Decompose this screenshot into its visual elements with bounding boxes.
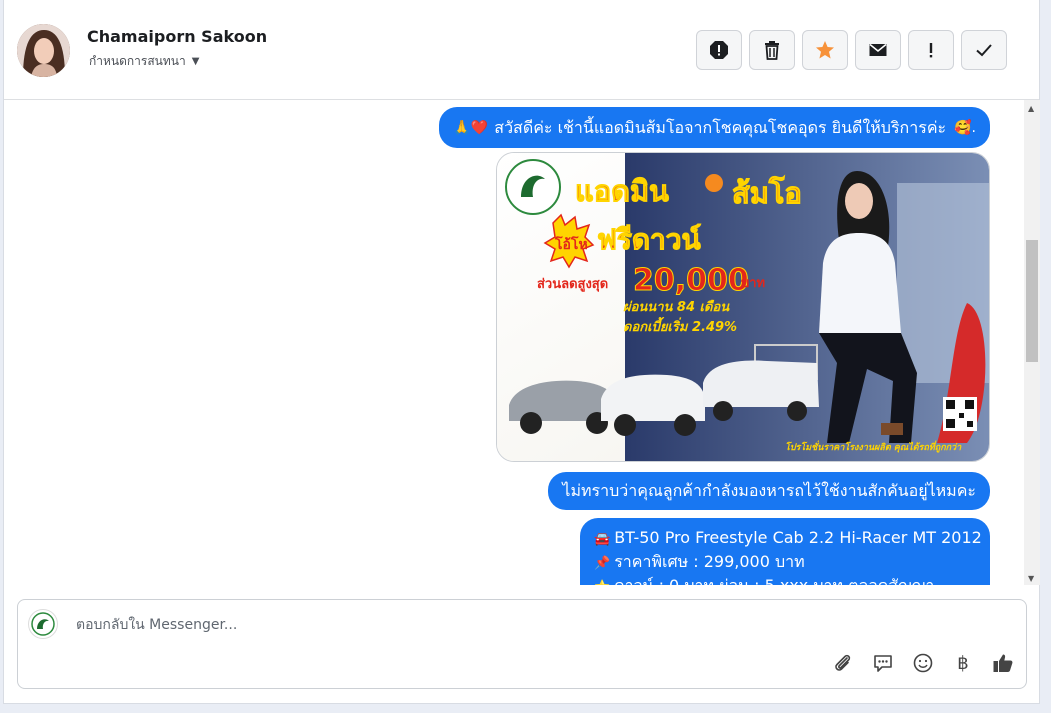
star-icon xyxy=(816,41,834,59)
smiling-hearts-emoji: 🥰. xyxy=(954,119,976,136)
saved-reply-icon xyxy=(874,655,892,672)
offer-line-text: ดาวน์ : 0 บาท ผ่อน : 5,xxx บาท ตลอดสัญญา xyxy=(614,576,934,585)
report-spam-icon xyxy=(710,41,728,59)
promo-offer-prefix: โอ้โห xyxy=(554,235,588,253)
mark-unread-button[interactable] xyxy=(855,30,901,70)
follow-up-button[interactable] xyxy=(908,30,954,70)
emoji-icon xyxy=(913,653,933,673)
scroll-up-icon[interactable]: ▲ xyxy=(1028,104,1034,113)
promo-discount-unit: บาท xyxy=(741,276,765,291)
trash-icon xyxy=(765,41,779,60)
reply-input[interactable] xyxy=(74,612,978,638)
promo-image-message[interactable]: แอดมิน ส้มโอ โอ้โห ฟรีดาวน์ ส่วนลดสูงสุด… xyxy=(496,152,990,462)
offer-line-text: ราคาพิเศษ : 299,000 บาท xyxy=(614,552,805,571)
report-spam-button[interactable] xyxy=(696,30,742,70)
emoji-button[interactable] xyxy=(910,650,936,676)
conversation-settings-label: กำหนดการสนทนา xyxy=(89,54,186,68)
envelope-icon xyxy=(869,43,887,56)
reply-composer: ฿ xyxy=(17,599,1027,689)
offer-line: 🚘 BT-50 Pro Freestyle Cab 2.2 Hi-Racer MT… xyxy=(594,527,982,551)
promo-discount-label: ส่วนลดสูงสุด xyxy=(537,277,608,292)
scrollbar-thumb[interactable] xyxy=(1026,240,1038,362)
message-scrollbar[interactable]: ▲ ▼ xyxy=(1024,100,1040,585)
page-avatar xyxy=(28,609,58,639)
thumbs-up-icon xyxy=(993,654,1013,672)
conversation-settings-dropdown[interactable]: กำหนดการสนทนา ▼ xyxy=(89,52,199,71)
greeting-text: สวัสดีค่ะ เช้านี้แอดมินส้มโอจากโชคคุณโชค… xyxy=(494,117,947,137)
like-button[interactable] xyxy=(990,650,1016,676)
composer-tools: ฿ xyxy=(830,650,1016,676)
conversation-toolbar xyxy=(696,30,1007,70)
exclamation-icon xyxy=(929,43,933,58)
baht-icon: ฿ xyxy=(957,652,969,674)
paperclip-icon xyxy=(835,654,851,671)
star-button[interactable] xyxy=(802,30,848,70)
message-list[interactable]: 🙏❤️ สวัสดีค่ะ เช้านี้แอดมินส้มโอจากโชคคุ… xyxy=(4,100,1024,585)
message-bubble-greeting[interactable]: 🙏❤️ สวัสดีค่ะ เช้านี้แอดมินส้มโอจากโชคคุ… xyxy=(439,107,990,148)
contact-name[interactable]: Chamaiporn Sakoon xyxy=(87,27,267,46)
pushpin-icon: 📌 xyxy=(594,556,611,571)
attach-button[interactable] xyxy=(830,650,856,676)
delete-button[interactable] xyxy=(749,30,795,70)
checkmark-icon xyxy=(976,44,992,57)
message-bubble-offer[interactable]: 🚘 BT-50 Pro Freestyle Cab 2.2 Hi-Racer MT… xyxy=(580,518,990,585)
star-icon: ⭐ xyxy=(594,580,610,585)
offer-line: 📌 ราคาพิเศษ : 299,000 บาท xyxy=(594,551,976,575)
promo-term: ผ่อนนาน 84 เดือน xyxy=(623,299,730,315)
promo-headline: แอดมิน xyxy=(575,174,669,208)
mark-done-button[interactable] xyxy=(961,30,1007,70)
promo-discount-value: 20,000 xyxy=(633,263,749,298)
offer-line: ⭐ ดาวน์ : 0 บาท ผ่อน : 5,xxx บาท ตลอดสัญญ… xyxy=(594,575,976,585)
dealer-logo xyxy=(505,159,561,215)
message-bubble-question[interactable]: ไม่ทราบว่าคุณลูกค้ากำลังมองหารถไว้ใช้งาน… xyxy=(548,472,990,510)
offer-line-text: BT-50 Pro Freestyle Cab 2.2 Hi-Racer MT … xyxy=(614,528,982,547)
saved-replies-button[interactable] xyxy=(870,650,896,676)
promo-headline-2: ส้มโอ xyxy=(732,175,802,210)
car-icon: 🚘 xyxy=(594,532,611,547)
promo-offer: ฟรีดาวน์ xyxy=(597,223,701,256)
contact-avatar[interactable] xyxy=(17,24,70,77)
caret-down-icon: ▼ xyxy=(191,56,200,67)
scroll-down-icon[interactable]: ▼ xyxy=(1028,574,1034,583)
payment-button[interactable]: ฿ xyxy=(950,650,976,676)
qr-code xyxy=(943,397,977,431)
pray-heart-emoji: 🙏❤️ xyxy=(453,119,489,136)
conversation-panel: Chamaiporn Sakoon กำหนดการสนทนา ▼ 🙏❤️ สว… xyxy=(3,0,1040,704)
conversation-header: Chamaiporn Sakoon กำหนดการสนทนา ▼ xyxy=(4,0,1039,100)
